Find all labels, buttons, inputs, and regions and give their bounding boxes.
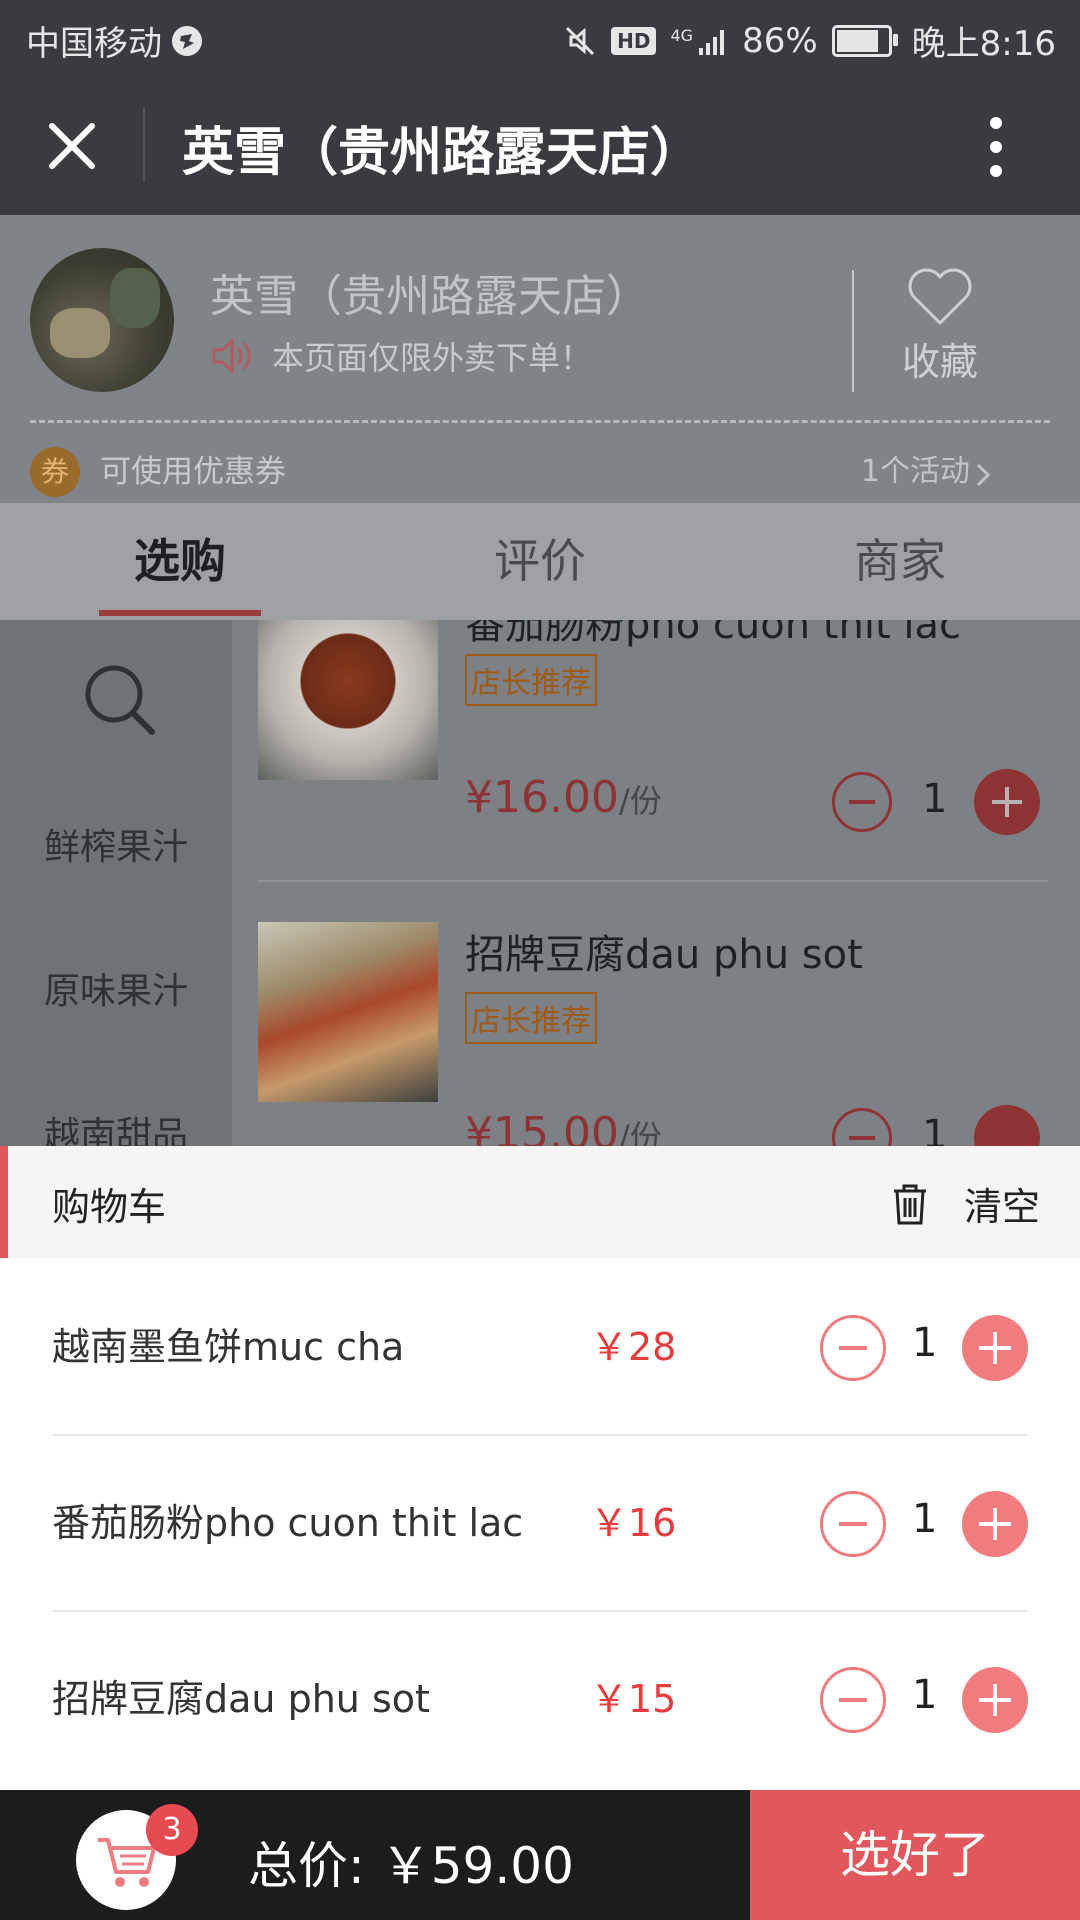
dish-image[interactable] <box>258 922 438 1102</box>
store-avatar <box>30 248 174 392</box>
decrease-button[interactable] <box>832 1108 892 1146</box>
tab-reviews[interactable]: 评价 <box>420 503 660 620</box>
recommend-tag: 店长推荐 <box>465 654 597 706</box>
sidebar-item-fresh-juice[interactable]: 鲜榨果汁 <box>0 818 232 870</box>
cart-item-price: ￥15 <box>590 1677 677 1721</box>
cart-header: 购物车 清空 <box>0 1146 1080 1258</box>
increase-button[interactable] <box>974 1105 1040 1146</box>
price-unit: /份 <box>618 782 662 820</box>
search-icon[interactable] <box>82 662 158 738</box>
clear-cart-button[interactable]: 清空 <box>890 1176 1040 1231</box>
cart-item-price: ￥28 <box>590 1325 677 1369</box>
chevron-right-icon <box>974 462 992 488</box>
menu-area: 鲜榨果汁 原味果汁 越南甜品 番茄肠粉pho cuon thit lac 店长推… <box>0 620 1080 1146</box>
trash-icon <box>890 1182 930 1226</box>
tab-shop[interactable]: 选购 <box>60 503 300 620</box>
notice-text: 本页面仅限外卖下单！ <box>272 339 593 377</box>
decrease-button[interactable] <box>832 772 892 832</box>
cart-item-quantity: 1 <box>912 1496 938 1542</box>
store-notice: 本页面仅限外卖下单！ <box>210 333 592 379</box>
tab-active-indicator <box>99 610 261 616</box>
cart-item-price: ￥16 <box>590 1501 677 1545</box>
price-unit: /份 <box>618 1118 662 1146</box>
store-header: 英雪（贵州路露天店） 本页面仅限外卖下单！ 收藏 券 可使用优惠券 1个活动 <box>0 215 1080 503</box>
speaker-icon <box>210 336 258 376</box>
activity-link[interactable]: 1个活动 <box>861 447 970 497</box>
header-divider <box>852 270 854 392</box>
price-value: ¥16.00 <box>465 772 619 823</box>
sidebar-item-vietnamese-dessert[interactable]: 越南甜品 <box>0 1106 232 1146</box>
dish-price: ¥16.00/份 <box>465 772 662 823</box>
cart-item-quantity: 1 <box>912 1672 938 1718</box>
increase-button[interactable] <box>962 1315 1028 1381</box>
decrease-button[interactable] <box>820 1315 886 1381</box>
cart-header-accent <box>0 1146 8 1258</box>
status-right: HD 4G 86% 晚上8:16 <box>563 16 1056 65</box>
close-icon[interactable] <box>46 120 98 172</box>
page-title: 英雪（贵州路露天店） <box>182 123 703 183</box>
dish-price: ¥15.00/份 <box>465 1108 662 1146</box>
cart-item: 越南墨鱼饼muc cha ￥28 1 <box>52 1258 1028 1434</box>
cart-item-name: 番茄肠粉pho cuon thit lac <box>52 1501 524 1545</box>
decrease-button[interactable] <box>820 1667 886 1733</box>
cart-item-quantity: 1 <box>912 1320 938 1366</box>
favorite-label: 收藏 <box>901 340 978 384</box>
dish-divider <box>258 880 1048 882</box>
decrease-button[interactable] <box>820 1491 886 1557</box>
title-bar: 英雪（贵州路露天店） <box>0 75 1080 215</box>
status-bar: 中国移动 HD 4G 86% 晚上8:16 <box>0 0 1080 75</box>
cart-item-name: 招牌豆腐dau phu sot <box>52 1677 430 1721</box>
carrier-label: 中国移动 <box>26 24 162 64</box>
increase-button[interactable] <box>962 1491 1028 1557</box>
activity-text: 1个活动 <box>860 454 970 489</box>
coupon-icon: 券 <box>30 447 80 497</box>
dish-name: 招牌豆腐dau phu sot <box>465 932 863 978</box>
dish-quantity: 1 <box>922 1112 948 1146</box>
battery-percent: 86% <box>742 20 818 61</box>
sidebar-item-plain-juice[interactable]: 原味果汁 <box>0 962 232 1014</box>
cart-item-name: 越南墨鱼饼muc cha <box>52 1325 405 1369</box>
battery-icon <box>831 24 898 57</box>
cart-panel: 购物车 清空 越南墨鱼饼muc cha ￥28 1 番茄肠粉pho cuon t… <box>0 1146 1080 1790</box>
mute-icon <box>563 24 597 58</box>
signal-icon: 4G <box>670 26 728 56</box>
category-sidebar: 鲜榨果汁 原味果汁 越南甜品 <box>0 620 232 1146</box>
tab-merchant[interactable]: 商家 <box>780 503 1020 620</box>
cart-item: 招牌豆腐dau phu sot ￥15 1 <box>52 1610 1028 1786</box>
clock: 晚上8:16 <box>911 24 1056 64</box>
dish-quantity: 1 <box>922 776 948 822</box>
battery-fill <box>836 29 878 52</box>
clear-label: 清空 <box>963 1185 1040 1229</box>
dish-image[interactable] <box>258 620 438 780</box>
cart-title: 购物车 <box>52 1185 167 1229</box>
dashed-divider <box>30 420 1050 423</box>
more-icon[interactable] <box>986 115 1006 179</box>
store-name: 英雪（贵州路露天店） <box>210 271 650 322</box>
dish-name: 番茄肠粉pho cuon thit lac <box>465 620 961 648</box>
total-price: 总价: ￥59.00 <box>248 1837 574 1895</box>
hd-icon: HD <box>611 26 657 55</box>
checkout-button[interactable]: 选好了 <box>750 1790 1080 1920</box>
heart-icon <box>880 265 1000 327</box>
status-left: 中国移动 <box>26 16 204 65</box>
title-separator <box>143 108 145 182</box>
increase-button[interactable] <box>974 769 1040 835</box>
cart-item: 番茄肠粉pho cuon thit lac ￥16 1 <box>52 1434 1028 1610</box>
price-value: ¥15.00 <box>465 1108 619 1146</box>
carrier-app-icon <box>170 24 204 58</box>
cart-count-badge: 3 <box>146 1804 198 1856</box>
recommend-tag: 店长推荐 <box>465 992 597 1044</box>
checkout-bar: 3 总价: ￥59.00 选好了 <box>0 1790 1080 1920</box>
tab-bar: 选购 评价 商家 <box>0 503 1080 621</box>
increase-button[interactable] <box>962 1667 1028 1733</box>
network-label: 4G <box>670 25 694 45</box>
favorite-button[interactable]: 收藏 <box>880 265 1000 386</box>
coupon-text[interactable]: 可使用优惠券 <box>100 447 286 497</box>
